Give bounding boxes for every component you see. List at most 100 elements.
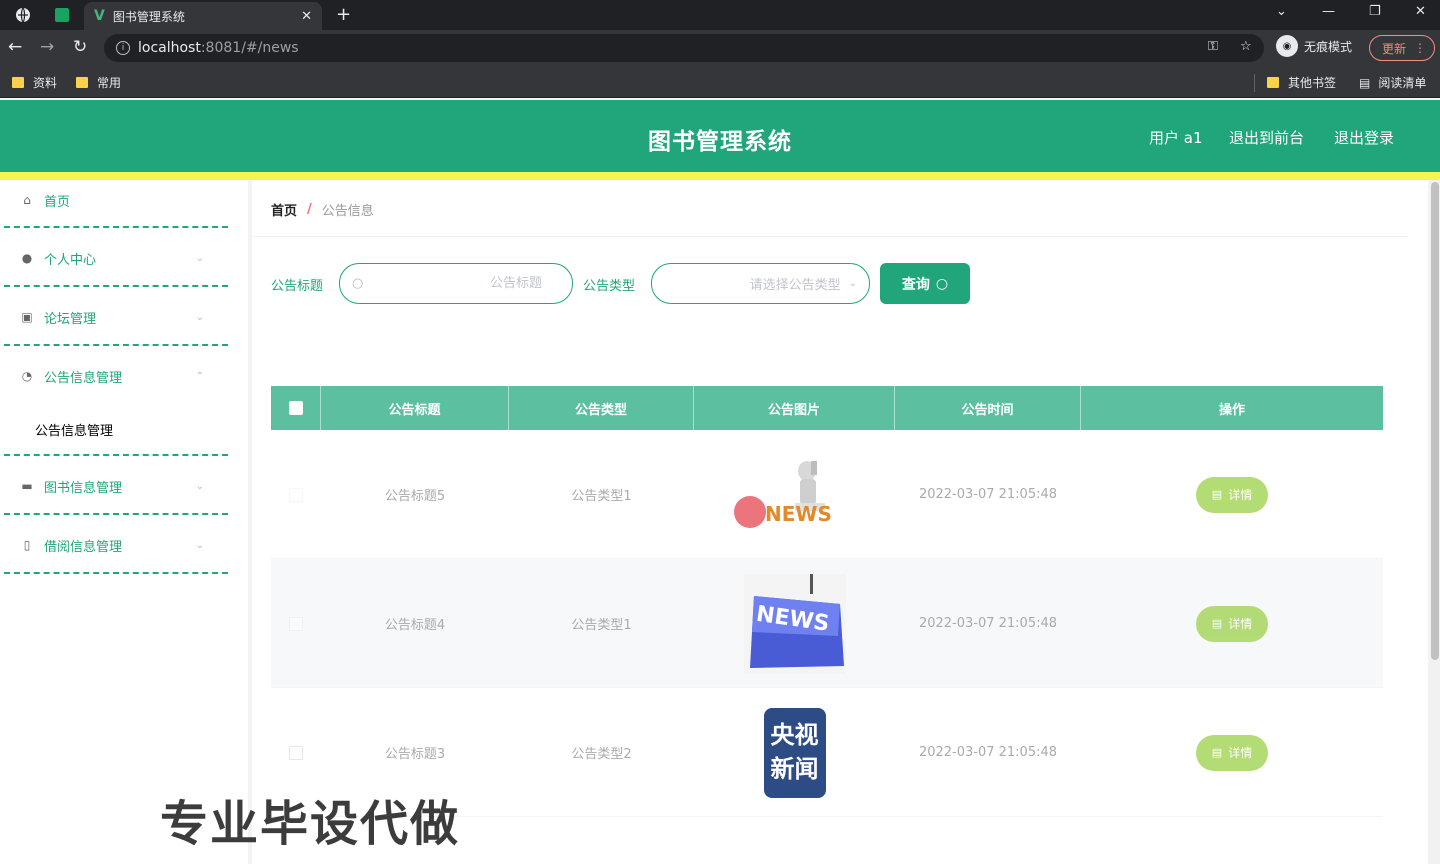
sidebar-item-profile[interactable]: ● 个人中心 ⌄ (0, 229, 228, 287)
sidebar-item-label: 论坛管理 (44, 311, 97, 327)
row-checkbox[interactable] (289, 487, 303, 502)
back-icon[interactable]: ← (8, 37, 22, 57)
cell-type: 公告类型1 (571, 618, 632, 633)
cell-type: 公告类型2 (571, 747, 632, 762)
row-checkbox-cell (271, 559, 321, 688)
title-search-input[interactable] (363, 276, 542, 291)
cell-image: NEWS (694, 559, 895, 688)
title-search-input-wrapper[interactable]: ○ (339, 263, 573, 304)
chevron-down-icon: ⌄ (195, 311, 204, 323)
bookmark-folder-changyong[interactable]: 常用 (76, 74, 121, 91)
cell-action: ▤ 详情 (1081, 430, 1383, 559)
news-key-image: NEWS (743, 573, 846, 674)
breadcrumb-separator: / (307, 202, 312, 217)
row-checkbox[interactable] (289, 745, 303, 760)
title-search-label: 公告标题 (271, 279, 324, 294)
table-header: 公告标题 公告类型 公告图片 公告时间 操作 (271, 386, 1383, 430)
tab-title: 图书管理系统 (112, 9, 185, 24)
detail-icon: ▤ (1211, 488, 1223, 501)
restore-icon[interactable]: ❐ (1369, 4, 1381, 19)
sidebar-item-forum[interactable]: ▣ 论坛管理 ⌄ (0, 288, 228, 346)
column-header-time: 公告时间 (895, 386, 1081, 430)
detail-button[interactable]: ▤ 详情 (1196, 605, 1268, 642)
scrollbar-thumb[interactable] (1431, 182, 1439, 660)
click-indicator (734, 496, 766, 528)
detail-button[interactable]: ▤ 详情 (1196, 734, 1268, 771)
bookmark-label: 阅读清单 (1378, 76, 1427, 90)
notice-table: 公告标题 公告类型 公告图片 公告时间 操作 公告标题5 公告类型1 NEWS (271, 386, 1383, 817)
url-host: localhost (138, 40, 201, 56)
row-checkbox[interactable] (289, 616, 303, 631)
cell-type: 公告类型1 (571, 489, 632, 504)
new-tab-icon[interactable]: + (336, 4, 351, 25)
home-icon: ⌂ (23, 193, 31, 207)
sidebar-divider (4, 226, 228, 228)
sidebar-item-notice[interactable]: ◔ 公告信息管理 ⌃ (0, 347, 228, 405)
sidebar-item-label: 个人中心 (44, 252, 97, 268)
select-all-checkbox[interactable] (288, 401, 303, 415)
sidebar-item-home[interactable]: ⌂ 首页 (0, 171, 228, 229)
sidebar-divider (4, 572, 228, 574)
vue-logo-icon: V (94, 8, 105, 24)
reading-list[interactable]: ▤ 阅读清单 (1359, 74, 1426, 91)
bookmark-star-icon[interactable]: ☆ (1240, 39, 1252, 54)
folder-icon (1267, 77, 1279, 88)
cell-time: 2022-03-07 21:05:48 (918, 487, 1058, 502)
table-row: 公告标题4 公告类型1 NEWS 2022-03-07 21:05:48 ▤ 详… (271, 559, 1383, 688)
type-select[interactable]: 请选择公告类型 ⌄ (651, 263, 870, 304)
breadcrumb-home[interactable]: 首页 (271, 200, 297, 219)
bookmark-folder-ziliao[interactable]: 资料 (12, 74, 57, 91)
column-header-action: 操作 (1218, 402, 1245, 418)
incognito-indicator[interactable]: ◉ 无痕模式 (1276, 35, 1352, 57)
bookmark-label: 其他书签 (1288, 76, 1337, 90)
menu-dots-icon: ⋮ (1414, 41, 1426, 55)
sidebar-item-label: 首页 (44, 194, 71, 210)
update-button[interactable]: 更新 ⋮ (1369, 35, 1435, 61)
news-image-text: NEWS (765, 502, 832, 526)
select-all-cell (271, 386, 321, 430)
cell-image: 央视 新闻 (694, 688, 895, 817)
submenu-notice-manage[interactable]: 公告信息管理 (35, 420, 113, 439)
detail-icon: ▤ (1211, 746, 1223, 759)
site-info-icon[interactable]: i (116, 41, 130, 55)
chevron-down-icon: ⌄ (195, 480, 204, 492)
detail-label: 详情 (1228, 488, 1253, 502)
logout-link[interactable]: 退出登录 (1334, 127, 1394, 148)
cell-title: 公告标题4 (384, 618, 446, 633)
column-header-type: 公告类型 (509, 386, 694, 430)
minimize-icon[interactable]: — (1322, 4, 1335, 19)
pinned-tab-icon[interactable] (50, 0, 74, 30)
chevron-down-icon: ⌄ (848, 278, 857, 289)
tab-search-icon[interactable]: ⌄ (1276, 4, 1287, 19)
cctv-line-2: 新闻 (770, 754, 819, 783)
table-row: 公告标题5 公告类型1 NEWS 2022-03-07 21:05:48 ▤ 详… (271, 430, 1383, 559)
row-checkbox-cell (271, 430, 321, 559)
bookmarks-bar: 资料 常用 其他书签 ▤ 阅读清单 (0, 66, 1440, 98)
main-content: 首页 / 公告信息 公告标题 ○ 公告类型 请选择公告类型 ⌄ 查询 ○ 公告标… (252, 180, 1428, 864)
detail-button[interactable]: ▤ 详情 (1196, 476, 1268, 513)
breadcrumb: 首页 / 公告信息 (271, 200, 374, 219)
user-label: 用户 a1 (1149, 129, 1203, 147)
bookmark-other[interactable]: 其他书签 (1267, 74, 1336, 91)
browser-profile-icon[interactable] (10, 0, 36, 30)
browser-tab-active[interactable]: V 图书管理系统 ✕ (84, 2, 322, 30)
browser-tab-bar: V 图书管理系统 ✕ + ⌄ — ❐ ✕ (0, 0, 1440, 30)
monitor-icon: ▬ (21, 479, 33, 493)
reload-icon[interactable]: ↻ (73, 37, 87, 57)
sidebar-divider (4, 513, 228, 515)
page-scrollbar[interactable] (1430, 180, 1440, 864)
sidebar: ⌂ 首页 ● 个人中心 ⌄ ▣ 论坛管理 ⌄ ◔ 公告信息管理 ⌃ 公告信息管理… (0, 180, 248, 864)
forward-icon[interactable]: → (40, 37, 54, 57)
query-button[interactable]: 查询 ○ (880, 263, 970, 304)
back-to-front-link[interactable]: 退出到前台 (1229, 127, 1304, 148)
close-window-icon[interactable]: ✕ (1415, 4, 1426, 19)
url-field[interactable]: i localhost:8081/#/news (104, 34, 1264, 62)
detail-icon: ▤ (1211, 617, 1223, 630)
bookmark-divider (1254, 74, 1255, 92)
tab-close-icon[interactable]: ✕ (301, 9, 312, 24)
breadcrumb-current: 公告信息 (321, 204, 374, 219)
watermark-text: 专业毕设代做 (160, 796, 461, 852)
sidebar-item-books[interactable]: ▬ 图书信息管理 ⌄ (0, 457, 228, 515)
sidebar-item-borrow[interactable]: ▯ 借阅信息管理 ⌄ (0, 516, 228, 574)
key-icon[interactable]: ⚿ (1208, 39, 1218, 54)
